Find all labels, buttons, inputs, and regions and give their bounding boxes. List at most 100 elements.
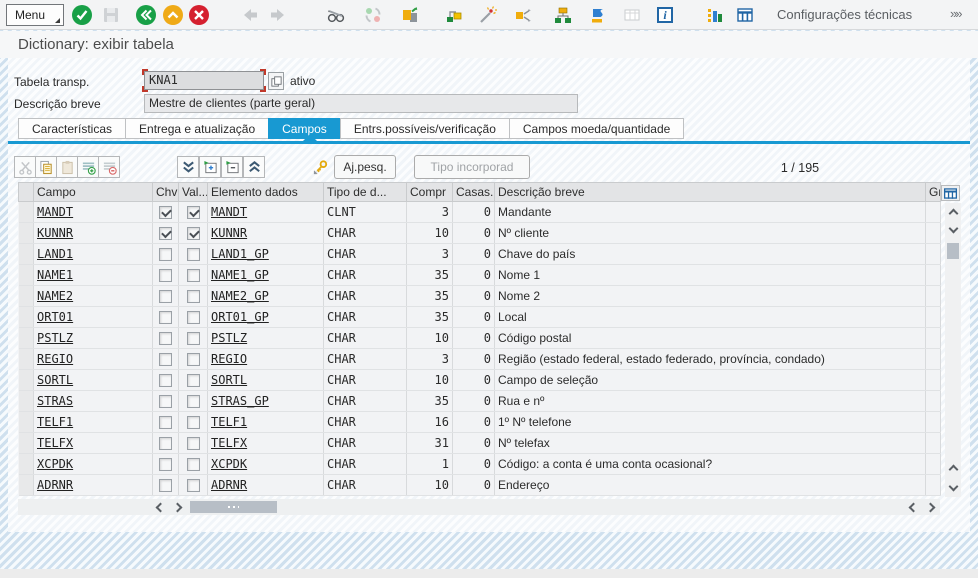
scroll-up-bottom-icon[interactable] [945, 459, 961, 477]
table-row[interactable]: XCPDK XCPDK CHAR 1 0 Código: a conta é u… [19, 454, 941, 475]
data-browser-icon[interactable] [734, 4, 756, 26]
initial-value-checkbox[interactable] [187, 269, 200, 282]
row-selector[interactable] [19, 286, 34, 307]
table-row[interactable]: LAND1 LAND1_GP CHAR 3 0 Chave do país [19, 244, 941, 265]
row-selector[interactable] [19, 349, 34, 370]
display-change-icon[interactable] [325, 4, 347, 26]
table-row[interactable]: NAME1 NAME1_GP CHAR 35 0 Nome 1 [19, 265, 941, 286]
table-row[interactable]: SORTL SORTL CHAR 10 0 Campo de seleção [19, 370, 941, 391]
short-description-field[interactable]: Mestre de clientes (parte geral) [144, 94, 578, 113]
initial-value-checkbox[interactable] [187, 353, 200, 366]
data-element-link[interactable]: STRAS_GP [211, 394, 269, 408]
insert-page-icon[interactable] [199, 156, 221, 178]
data-element-link[interactable]: REGIO [211, 352, 247, 366]
key-checkbox[interactable] [159, 479, 172, 492]
table-row[interactable]: NAME2 NAME2_GP CHAR 35 0 Nome 2 [19, 286, 941, 307]
row-selector[interactable] [19, 475, 34, 496]
exit-icon[interactable] [162, 4, 184, 26]
key-checkbox[interactable] [159, 458, 172, 471]
scroll-down-bottom-icon[interactable] [945, 479, 961, 497]
toolbar-overflow-icon[interactable]: »» [950, 6, 960, 21]
field-name-link[interactable]: TELF1 [37, 415, 73, 429]
table-row[interactable]: MANDT MANDT CLNT 3 0 Mandante [19, 202, 941, 223]
search-help-button[interactable] [268, 72, 284, 90]
row-selector[interactable] [19, 223, 34, 244]
initial-value-checkbox[interactable] [187, 458, 200, 471]
field-name-link[interactable]: ORT01 [37, 310, 73, 324]
col-description[interactable]: Descrição breve [495, 183, 926, 202]
row-selector[interactable] [19, 433, 34, 454]
initial-value-checkbox[interactable] [187, 206, 200, 219]
transport-icon[interactable] [399, 4, 421, 26]
col-data-type[interactable]: Tipo de d... [324, 183, 407, 202]
field-name-link[interactable]: PSTLZ [37, 331, 73, 345]
key-checkbox[interactable] [159, 269, 172, 282]
tab-entrega-atualizacao[interactable]: Entrega e atualização [125, 118, 269, 139]
scroll-right-right-pane-icon[interactable] [922, 499, 940, 515]
row-selector[interactable] [19, 244, 34, 265]
initial-value-checkbox[interactable] [187, 311, 200, 324]
data-element-link[interactable]: SORTL [211, 373, 247, 387]
delete-page-icon[interactable] [221, 156, 243, 178]
table-row[interactable]: ADRNR ADRNR CHAR 10 0 Endereço [19, 475, 941, 496]
cancel-icon[interactable] [188, 4, 210, 26]
key-icon[interactable] [312, 158, 330, 176]
tab-entradas-possiveis[interactable]: Entrs.possíveis/verificação [340, 118, 510, 139]
data-element-link[interactable]: TELF1 [211, 415, 247, 429]
page-up-icon[interactable] [243, 156, 265, 178]
scroll-up-icon[interactable] [945, 203, 961, 221]
distribution-icon[interactable] [512, 4, 534, 26]
technical-info-icon[interactable]: i [654, 4, 676, 26]
table-row[interactable]: ORT01 ORT01_GP CHAR 35 0 Local [19, 307, 941, 328]
key-checkbox[interactable] [159, 395, 172, 408]
data-element-link[interactable]: KUNNR [211, 226, 247, 240]
menu-dropdown[interactable]: Menu [6, 4, 64, 26]
back-icon[interactable] [135, 4, 157, 26]
field-name-link[interactable]: STRAS [37, 394, 73, 408]
initial-value-checkbox[interactable] [187, 479, 200, 492]
pattern-wand-icon[interactable] [476, 4, 498, 26]
row-selector[interactable] [19, 265, 34, 286]
initial-value-checkbox[interactable] [187, 416, 200, 429]
field-name-link[interactable]: REGIO [37, 352, 73, 366]
key-checkbox[interactable] [159, 227, 172, 240]
field-name-link[interactable]: NAME2 [37, 289, 73, 303]
key-checkbox[interactable] [159, 290, 172, 303]
field-name-link[interactable]: ADRNR [37, 478, 73, 492]
table-row[interactable]: REGIO REGIO CHAR 3 0 Região (estado fede… [19, 349, 941, 370]
scroll-down-icon[interactable] [945, 221, 961, 239]
table-row[interactable]: KUNNR KUNNR CHAR 10 0 Nº cliente [19, 223, 941, 244]
delete-row-icon[interactable] [98, 156, 120, 178]
data-element-link[interactable]: TELFX [211, 436, 247, 450]
row-selector[interactable] [19, 307, 34, 328]
hierarchy-icon[interactable] [552, 4, 574, 26]
col-initial-value[interactable]: Val... [179, 183, 208, 202]
initial-value-checkbox[interactable] [187, 227, 200, 240]
insert-row-icon[interactable] [77, 156, 99, 178]
key-checkbox[interactable] [159, 311, 172, 324]
key-checkbox[interactable] [159, 437, 172, 450]
row-selector[interactable] [19, 391, 34, 412]
copy-icon[interactable] [35, 156, 57, 178]
row-selector[interactable] [19, 328, 34, 349]
col-key[interactable]: Chv [153, 183, 179, 202]
key-checkbox[interactable] [159, 248, 172, 261]
initial-value-checkbox[interactable] [187, 437, 200, 450]
col-field[interactable]: Campo [34, 183, 153, 202]
col-data-element[interactable]: Elemento dados [208, 183, 324, 202]
initial-value-checkbox[interactable] [187, 374, 200, 387]
key-checkbox[interactable] [159, 374, 172, 387]
field-name-link[interactable]: NAME1 [37, 268, 73, 282]
table-row[interactable]: TELFX TELFX CHAR 31 0 Nº telefax [19, 433, 941, 454]
table-row[interactable]: STRAS STRAS_GP CHAR 35 0 Rua e nº [19, 391, 941, 412]
field-name-link[interactable]: XCPDK [37, 457, 73, 471]
indexes-icon[interactable] [587, 4, 609, 26]
table-row[interactable]: TELF1 TELF1 CHAR 16 0 1º Nº telefone [19, 412, 941, 433]
table-name-input[interactable]: KNA1 [144, 71, 264, 90]
scroll-left-right-pane-icon[interactable] [903, 499, 921, 515]
row-selector[interactable] [19, 412, 34, 433]
field-name-link[interactable]: LAND1 [37, 247, 73, 261]
row-selector[interactable] [19, 370, 34, 391]
horizontal-scrollbar[interactable] [18, 499, 940, 515]
continue-icon[interactable] [71, 4, 93, 26]
